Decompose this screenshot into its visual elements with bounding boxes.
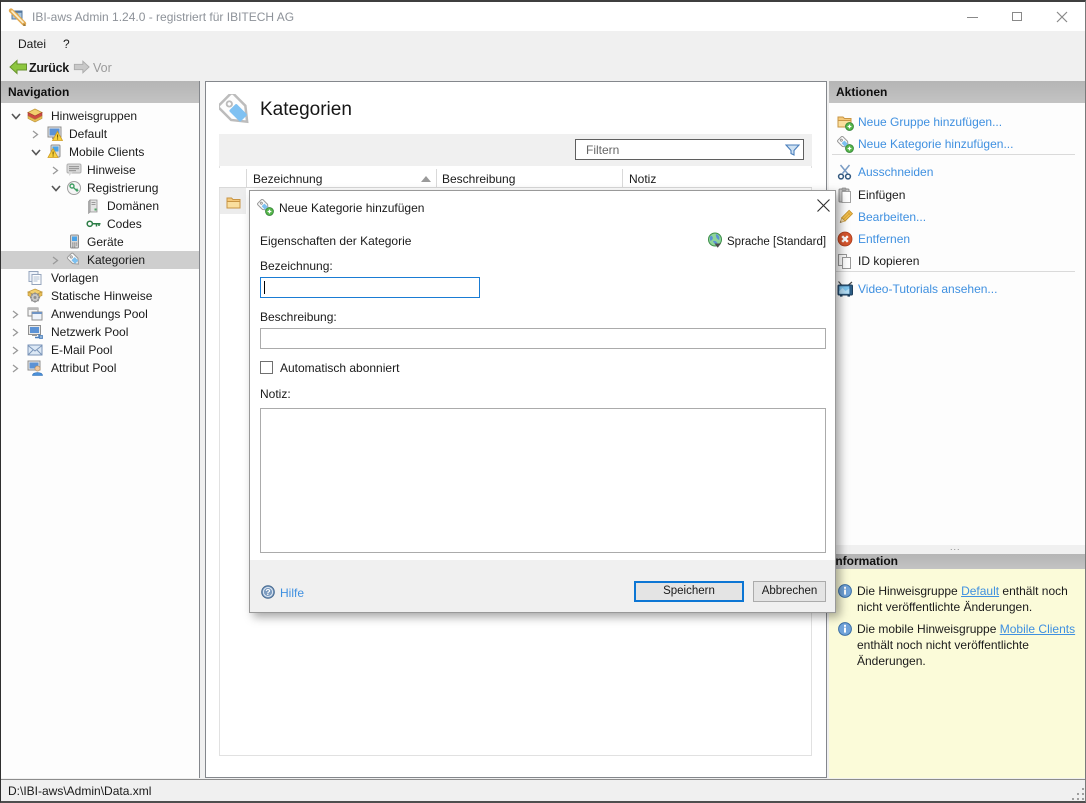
svg-text:?: ? xyxy=(265,587,270,597)
